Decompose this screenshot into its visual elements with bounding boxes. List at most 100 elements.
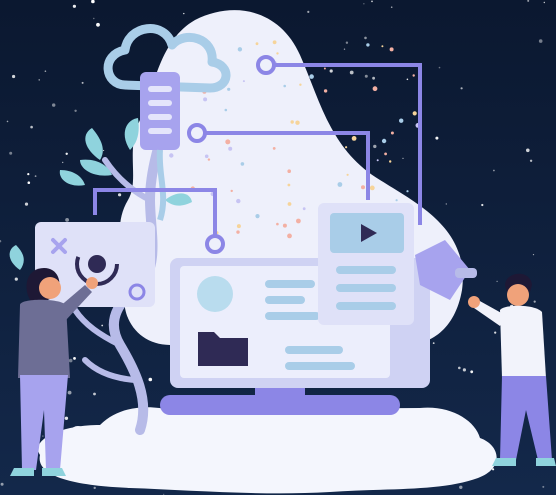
snow-particle <box>93 486 96 490</box>
confetti-dot <box>287 202 292 206</box>
snow-particle <box>65 218 69 222</box>
snow-particle <box>67 390 72 395</box>
snow-particle <box>458 366 461 370</box>
confetti-dot <box>361 185 365 190</box>
snow-particle <box>74 109 77 113</box>
man-face <box>507 284 529 306</box>
snow-particle <box>93 17 95 20</box>
confetti-dot <box>376 159 379 162</box>
snow-particle <box>27 173 30 176</box>
snow-particle <box>72 4 76 8</box>
confetti-dot <box>389 47 394 52</box>
snow-particle <box>406 78 409 81</box>
confetti-dot <box>224 108 228 112</box>
snow-particle <box>93 392 96 396</box>
confetti-dot <box>225 139 231 145</box>
confetti-dot <box>283 84 287 88</box>
snow-particle <box>435 136 439 140</box>
snow-particle <box>183 12 185 15</box>
confetti-dot <box>412 74 415 77</box>
snow-particle <box>481 203 484 207</box>
confetti-dot <box>287 183 291 187</box>
confetti-dot <box>384 152 387 156</box>
monitor-base <box>160 395 400 415</box>
confetti-dot <box>236 224 241 229</box>
confetti-dot <box>272 40 277 45</box>
snow-particle <box>27 181 31 184</box>
snow-particle <box>373 144 377 149</box>
snow-particle <box>12 74 16 79</box>
snow-particle <box>390 6 393 8</box>
confetti-dot <box>323 89 328 93</box>
snow-particle <box>68 358 73 363</box>
snow-particle <box>103 149 105 152</box>
confetti-dot <box>323 67 326 70</box>
snow-particle <box>470 370 474 374</box>
snow-particle <box>62 161 64 164</box>
confetti-dot <box>227 87 231 91</box>
snow-particle <box>24 202 29 206</box>
snow-particle <box>343 48 346 50</box>
confetti-dot <box>228 146 233 151</box>
video-text-lines <box>336 266 396 310</box>
paint-splash-ground <box>38 407 497 494</box>
snow-particle <box>538 39 543 43</box>
snow-particle <box>345 41 349 44</box>
snow-particle <box>496 280 498 283</box>
snow-particle <box>438 66 441 69</box>
woman-face <box>39 277 61 299</box>
snow-particle <box>81 81 84 84</box>
snow-particle <box>529 159 533 162</box>
confetti-dot <box>296 218 301 224</box>
snow-particle <box>432 342 435 344</box>
snow-particle <box>363 3 365 5</box>
confetti-dot <box>276 222 279 226</box>
snow-particle <box>462 368 466 372</box>
snow-particle <box>34 175 37 178</box>
confetti-dot <box>276 52 279 55</box>
snow-particle <box>101 324 104 327</box>
confetti-dot <box>240 162 245 166</box>
confetti-dot <box>204 154 209 159</box>
snow-particle <box>542 485 545 488</box>
confetti-dot <box>295 120 300 125</box>
confetti-dot <box>302 207 306 211</box>
confetti-dot <box>389 160 392 163</box>
splash-drop <box>72 426 84 434</box>
snow-particle <box>329 69 333 73</box>
confetti-dot <box>299 83 302 86</box>
snow-particle <box>118 193 122 197</box>
confetti-dot <box>203 97 208 102</box>
confetti-dot <box>290 120 294 124</box>
snow-particle <box>44 70 47 72</box>
confetti-dot <box>242 80 245 83</box>
woman-hand <box>86 277 98 289</box>
confetti-dot <box>395 199 398 202</box>
snow-particle <box>494 331 497 334</box>
snow-particle <box>459 485 463 489</box>
confetti-dot <box>381 138 387 144</box>
confetti-dot <box>272 147 276 150</box>
snow-particle <box>14 277 18 281</box>
confetti-dot <box>309 74 314 79</box>
snow-particle <box>9 151 13 155</box>
snow-particle <box>533 300 536 303</box>
avatar-circle <box>197 276 233 312</box>
snow-particle <box>445 203 447 205</box>
snow-particle <box>364 74 368 78</box>
hanging-rope <box>156 149 167 221</box>
confetti-dot <box>351 136 357 141</box>
confetti-dot <box>237 47 243 52</box>
snow-particle <box>73 357 76 360</box>
snow-particle <box>402 157 404 159</box>
confetti-dot <box>346 173 349 176</box>
confetti-dot <box>207 158 211 161</box>
confetti-dot <box>412 111 417 116</box>
cloud-computing-illustration <box>0 0 556 495</box>
confetti-dot <box>390 131 394 135</box>
snow-particle <box>532 254 535 256</box>
confetti-dot <box>406 190 409 193</box>
snow-particle <box>349 70 354 75</box>
confetti-dot <box>287 169 292 173</box>
confetti-dot <box>399 118 404 123</box>
